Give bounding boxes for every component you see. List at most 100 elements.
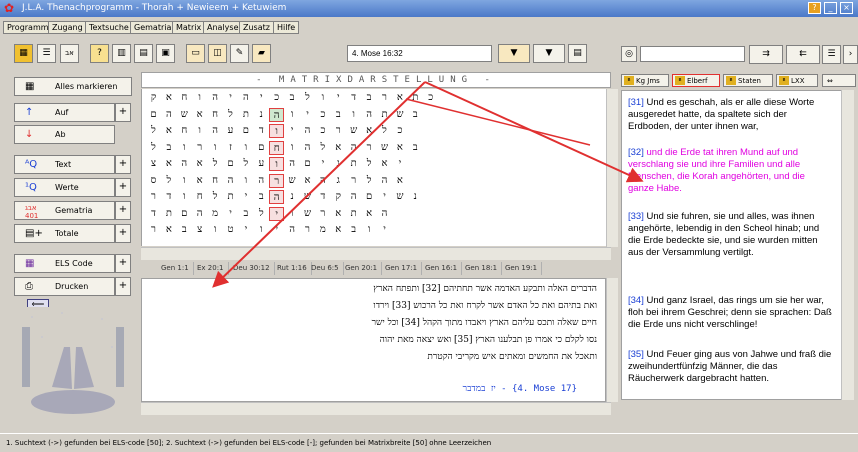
dropdown-chart-icon[interactable]: ▼ <box>533 44 565 63</box>
split-icon[interactable]: ◫ <box>208 44 227 63</box>
menu-programm[interactable]: Programm <box>3 21 53 34</box>
matrix-cell[interactable]: י <box>377 223 392 237</box>
tab-staten[interactable]: ʙ Staten <box>723 74 773 87</box>
matrix-cell[interactable]: א <box>161 223 176 237</box>
matrix-cell[interactable]: ר <box>331 124 346 138</box>
text-scrollbar-h[interactable] <box>141 402 611 415</box>
matrix-cell[interactable]: צ <box>192 223 207 237</box>
matrix-cell[interactable]: ד <box>146 207 161 221</box>
matrix-cell[interactable]: ל <box>208 157 223 171</box>
matrix-cell[interactable]: י <box>269 223 284 237</box>
matrix-cell[interactable]: א <box>192 108 207 122</box>
matrix-cell[interactable]: ש <box>346 124 361 138</box>
matrix-cell[interactable]: ב <box>254 190 269 204</box>
matrix-cell[interactable]: ם <box>254 141 269 155</box>
els-code-button[interactable]: ▦ ELS Code <box>14 254 115 273</box>
matrix-cell[interactable]: ת <box>346 157 361 171</box>
matrix-cell[interactable]: ר <box>300 223 315 237</box>
book-tab[interactable]: Gen 19:1 <box>501 262 543 275</box>
matrix-scrollbar-h[interactable] <box>141 247 611 260</box>
verse-number[interactable]: [35] <box>628 349 644 360</box>
close-button[interactable]: × <box>840 2 853 14</box>
matrix-cell[interactable]: ח <box>269 140 285 155</box>
matrix-cell[interactable]: ר <box>146 190 161 204</box>
matrix-cell[interactable]: ט <box>223 223 238 237</box>
menu-zugang[interactable]: Zugang <box>48 21 87 34</box>
matrix-cell[interactable]: א <box>392 141 407 155</box>
matrix-cell[interactable]: י <box>392 157 407 171</box>
matrix-cell[interactable]: א <box>161 157 176 171</box>
matrix-cell[interactable]: ת <box>377 108 392 122</box>
matrix-cell[interactable]: ע <box>254 157 269 171</box>
matrix-cell[interactable]: ל <box>254 207 269 221</box>
matrix-cell[interactable]: ו <box>346 108 361 122</box>
matrix-cell[interactable]: ה <box>161 108 176 122</box>
folder-icon[interactable]: ▰ <box>252 44 271 63</box>
help-icon[interactable]: ? <box>808 2 821 14</box>
matrix-cell[interactable]: צ <box>146 157 161 171</box>
mark-all-button[interactable]: ▦ Alles markieren <box>14 77 132 96</box>
matrix-cell[interactable]: ד <box>346 91 361 105</box>
matrix-cell[interactable]: ר <box>362 141 377 155</box>
tab-elberf[interactable]: ʙ Elberf <box>672 74 720 87</box>
matrix-cell[interactable]: ל <box>315 141 330 155</box>
matrix-cell[interactable]: ל <box>146 124 161 138</box>
hebrew-icon[interactable]: אב <box>60 44 79 63</box>
reference-input[interactable] <box>347 45 492 62</box>
matrix-cell[interactable]: י <box>315 157 330 171</box>
matrix-cell[interactable]: ם <box>177 207 192 221</box>
matrix-cell[interactable]: ת <box>408 91 423 105</box>
matrix-cell[interactable]: כ <box>269 91 284 105</box>
matrix-cell[interactable]: ו <box>238 141 253 155</box>
matrix-cell[interactable]: א <box>192 174 207 188</box>
matrix-cell[interactable]: י <box>377 190 392 204</box>
matrix-cell[interactable]: ז <box>223 141 238 155</box>
matrix-cell[interactable]: ב <box>177 223 192 237</box>
print-button[interactable]: ⎙ Drucken <box>14 277 115 296</box>
matrix-cell[interactable]: ר <box>269 173 285 188</box>
list-view-icon[interactable]: ☰ <box>822 45 841 64</box>
verse-number[interactable]: [34] <box>628 295 644 306</box>
matrix-cell[interactable]: ה <box>269 190 285 204</box>
tab-kg-jms[interactable]: ʙ Kg Jms <box>621 74 669 87</box>
menu-analyse[interactable]: Analyse <box>203 21 243 34</box>
matrix-cell[interactable]: ל <box>377 124 392 138</box>
matrix-cell[interactable]: ה <box>192 207 207 221</box>
menu-hilfe[interactable]: Hilfe <box>273 21 300 34</box>
matrix-cell[interactable]: א <box>300 174 315 188</box>
matrix-cell[interactable]: ר <box>146 223 161 237</box>
matrix-cell[interactable]: י <box>238 223 253 237</box>
matrix-cell[interactable]: ה <box>362 108 377 122</box>
book-tab[interactable]: Gen 17:1 <box>381 262 423 275</box>
print-plus-button[interactable]: + <box>115 277 131 296</box>
book-tab[interactable]: Ex 20:1 <box>193 262 229 275</box>
matrix-cell[interactable]: ו <box>269 124 285 138</box>
link-icon[interactable]: ⇔ <box>822 74 856 87</box>
matrix-scrollbar-v[interactable] <box>606 89 618 247</box>
matrix-cell[interactable]: ש <box>300 190 315 204</box>
matrix-cell[interactable]: י <box>238 190 253 204</box>
matrix-cell[interactable]: א <box>331 207 346 221</box>
matrix-cell[interactable]: ג <box>331 174 346 188</box>
matrix-cell[interactable]: ה <box>346 190 361 204</box>
matrix-cell[interactable]: ו <box>315 91 330 105</box>
up-button[interactable]: ↑ Auf <box>14 103 115 122</box>
matrix-cell[interactable]: ה <box>315 174 330 188</box>
chart-icon[interactable]: ▣ <box>156 44 175 63</box>
matrix-cell[interactable]: נ <box>285 190 300 204</box>
option-icon[interactable]: ◎ <box>621 46 637 62</box>
matrix-cell[interactable]: א <box>331 141 346 155</box>
dropdown-book-icon[interactable]: ▼ <box>498 44 530 63</box>
book-tab[interactable]: Deu 6:5 <box>307 262 344 275</box>
letter-matrix[interactable]: קאחוהיהיכבלוידבראתכםהשאחלתנהויכבוהתשבלאח… <box>141 89 606 246</box>
matrix-cell[interactable]: ל <box>300 91 315 105</box>
matrix-cell[interactable]: ר <box>346 174 361 188</box>
matrix-cell[interactable]: ח <box>177 124 192 138</box>
matrix-cell[interactable]: ר <box>315 207 330 221</box>
search-back-icon[interactable]: ⇇ <box>786 45 820 64</box>
calculator-icon[interactable]: ▦ <box>14 44 33 63</box>
matrix-cell[interactable]: ה <box>285 157 300 171</box>
matrix-cell[interactable]: ב <box>285 91 300 105</box>
book-tab[interactable]: Gen 20:1 <box>341 262 383 275</box>
matrix-cell[interactable]: ל <box>146 141 161 155</box>
